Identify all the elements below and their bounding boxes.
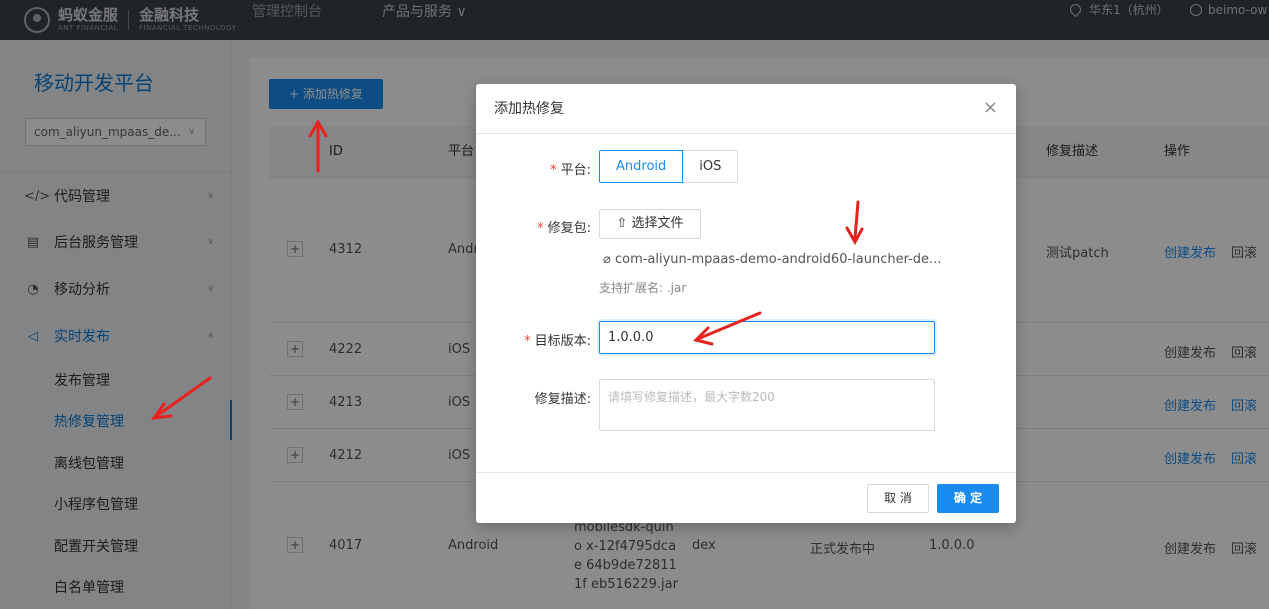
annotation-arrows	[150, 118, 864, 420]
arrow-hotfix-menu	[156, 376, 212, 417]
arrow-file	[853, 200, 860, 240]
arrow-version	[698, 311, 762, 340]
